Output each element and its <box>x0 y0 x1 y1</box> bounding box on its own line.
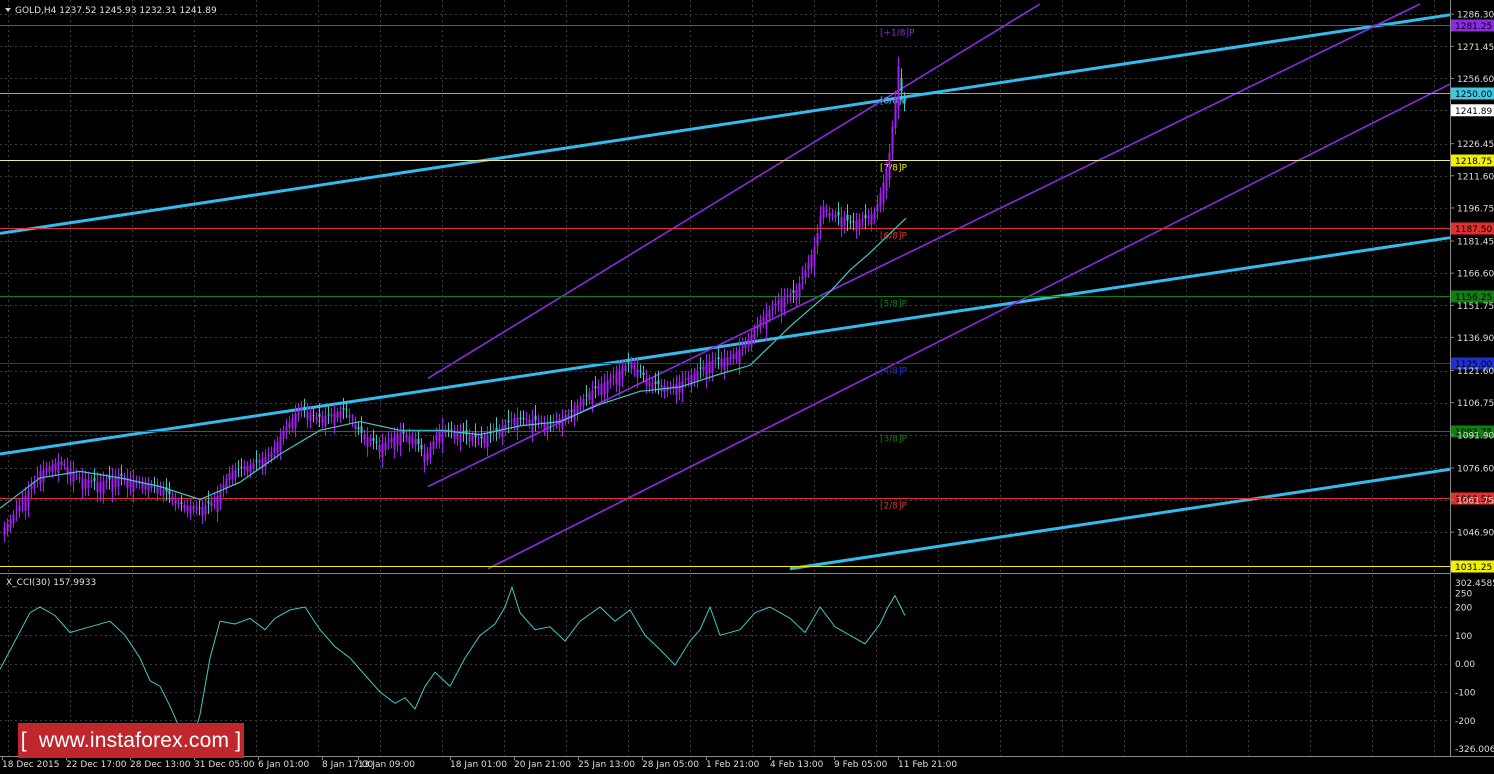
cci-tick-5: -100 <box>1455 688 1476 698</box>
level-label-3: [6/8]P <box>880 232 908 242</box>
time-label-12: 4 Feb 13:00 <box>770 760 824 770</box>
price-tick-15: 1061.75 <box>1457 497 1494 507</box>
level-label-5: [4/8]P <box>880 367 908 377</box>
cci-tick-1: 250 <box>1455 589 1472 599</box>
cci-tick-0: 302.4585 <box>1455 579 1494 589</box>
chart-background <box>0 0 1494 774</box>
price-tick-1: 1271.45 <box>1457 43 1494 53</box>
time-label-13: 9 Feb 05:00 <box>834 760 888 770</box>
cci-tick-2: 200 <box>1455 604 1472 614</box>
price-tick-11: 1121.60 <box>1457 367 1494 377</box>
level-label-7: [2/8]P <box>880 502 908 512</box>
price-tick-4: 1226.45 <box>1457 140 1494 150</box>
level-label-0: [+1/8]P <box>880 29 915 39</box>
time-label-7: 18 Jan 01:00 <box>450 760 507 770</box>
price-tick-5: 1211.60 <box>1457 172 1494 182</box>
level-label-2: [7/8]P <box>880 164 908 174</box>
time-label-9: 25 Jan 13:00 <box>578 760 635 770</box>
cci-tick-6: -200 <box>1455 717 1476 727</box>
chart-header: GOLD,H4 1237.52 1245.93 1232.31 1241.89 <box>5 6 217 16</box>
current-price-label: 1241.89 <box>1455 107 1492 117</box>
price-tick-13: 1091.90 <box>1457 431 1494 441</box>
time-label-2: 28 Dec 13:00 <box>130 760 191 770</box>
price-tick-16: 1046.90 <box>1457 529 1494 539</box>
time-label-1: 22 Dec 17:00 <box>66 760 127 770</box>
price-tick-2: 1256.60 <box>1457 75 1494 85</box>
price-tick-12: 1106.75 <box>1457 399 1494 409</box>
mt4-chart[interactable]: [+1/8]P 1281.25 [8/8]P 1250.00 [7/8]P 1218.75… <box>0 0 1494 774</box>
time-label-11: 1 Feb 21:00 <box>706 760 760 770</box>
cci-tick-3: 100 <box>1455 632 1472 642</box>
price-tick-9: 1151.75 <box>1457 302 1494 312</box>
time-label-3: 31 Dec 05:00 <box>194 760 255 770</box>
instaforex-watermark: [ www.instaforex.com ] <box>18 723 244 758</box>
cci-tick-4: 0.00 <box>1455 660 1475 670</box>
level-price-0: 1281.25 <box>1455 22 1492 32</box>
time-label-4: 6 Jan 01:00 <box>258 760 310 770</box>
level-price-8: 1031.25 <box>1455 563 1492 573</box>
price-tick-6: 1196.75 <box>1457 204 1494 214</box>
level-label-1: [8/8]P <box>880 97 908 107</box>
time-label-6: 13 Jan 09:00 <box>358 760 415 770</box>
level-label-4: [5/8]P <box>880 300 908 310</box>
price-tick-10: 1136.90 <box>1457 334 1494 344</box>
time-label-0: 18 Dec 2015 <box>2 760 60 770</box>
level-price-1: 1250.00 <box>1455 90 1492 100</box>
price-tick-8: 1166.60 <box>1457 270 1494 280</box>
price-tick-7: 1181.45 <box>1457 238 1494 248</box>
time-label-8: 20 Jan 21:00 <box>514 760 571 770</box>
symbol-header: GOLD,H4 1237.52 1245.93 1232.31 1241.89 <box>15 6 217 16</box>
level-price-2: 1218.75 <box>1455 157 1492 167</box>
cci-tick-7: -326.0061 <box>1455 745 1494 755</box>
price-tick-0: 1286.30 <box>1457 11 1494 21</box>
cci-header: X_CCI(30) 157.9933 <box>6 578 96 588</box>
time-label-10: 28 Jan 05:00 <box>642 760 699 770</box>
level-label-6: [3/8]P <box>880 435 908 445</box>
time-label-14: 11 Feb 21:00 <box>898 760 957 770</box>
price-tick-14: 1076.60 <box>1457 464 1494 474</box>
level-price-3: 1187.50 <box>1455 225 1492 235</box>
